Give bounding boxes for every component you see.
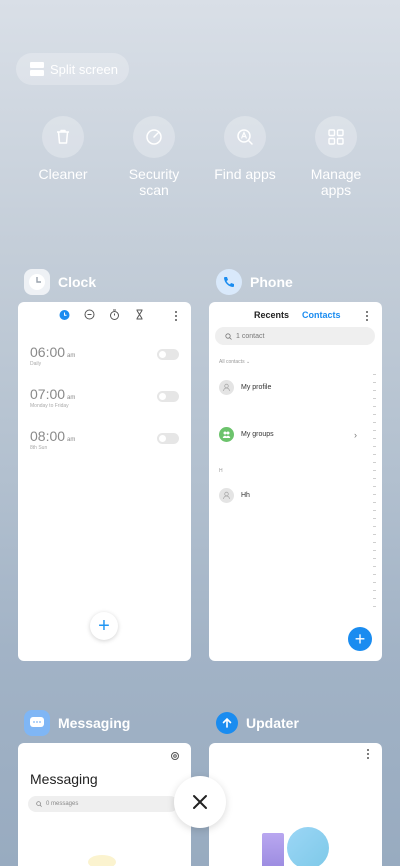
split-screen-label: Split screen — [50, 61, 118, 77]
phone-app-header[interactable]: Phone — [216, 267, 293, 297]
avatar — [219, 488, 234, 503]
decorative-illustration — [88, 855, 116, 866]
alarm-repeat: Monday to Friday — [30, 403, 69, 409]
alarm-time: 08:00 — [30, 428, 66, 444]
security-scan-label: Security scan — [128, 166, 180, 198]
grid-icon — [315, 116, 357, 158]
find-apps-button[interactable]: Find apps — [200, 116, 290, 182]
alarm-ampm: am — [67, 437, 76, 443]
updater-more-icon[interactable] — [366, 749, 370, 759]
find-apps-label: Find apps — [214, 166, 276, 182]
search-icon — [36, 801, 42, 807]
my-groups-label: My groups — [241, 431, 274, 438]
messaging-title: Messaging — [30, 771, 98, 787]
contacts-search-placeholder: 1 contact — [236, 332, 265, 340]
updater-app-name: Updater — [246, 715, 299, 731]
alarm-repeat: 8th Sun — [30, 445, 48, 451]
split-screen-button[interactable]: Split screen — [16, 53, 129, 85]
my-profile-label: My profile — [241, 384, 272, 391]
search-icon — [225, 332, 232, 340]
clock-icon — [24, 269, 50, 295]
phone-app-card[interactable]: Recents Contacts 1 contact All contacts … — [209, 302, 382, 661]
contact-name: Hh — [241, 492, 250, 499]
tab-recents[interactable]: Recents — [254, 310, 289, 320]
alarm-repeat: Daily — [30, 361, 42, 367]
settings-gear-icon[interactable] — [170, 751, 180, 761]
all-contacts-filter[interactable]: All contacts ⌄ — [219, 359, 250, 365]
clock-app-name: Clock — [58, 274, 97, 290]
world-clock-icon[interactable] — [83, 308, 96, 321]
security-scan-icon — [133, 116, 175, 158]
alarm-icon[interactable] — [58, 308, 71, 321]
alarm-toggle[interactable] — [157, 433, 179, 444]
tab-contacts[interactable]: Contacts — [302, 310, 341, 320]
phone-icon — [216, 269, 242, 295]
my-groups-row[interactable]: My groups — [219, 427, 274, 442]
clock-tabs — [58, 308, 146, 321]
avatar — [219, 380, 234, 395]
alarm-time: 07:00 — [30, 386, 66, 402]
trash-icon — [42, 116, 84, 158]
alarm-toggle[interactable] — [157, 391, 179, 402]
phone-app-name: Phone — [250, 274, 293, 290]
contacts-search-input[interactable]: 1 contact — [215, 327, 375, 345]
messaging-app-name: Messaging — [58, 715, 131, 731]
clock-app-card[interactable]: 06:00 am Daily 07:00 am Monday to Friday 0… — [18, 302, 191, 661]
messaging-app-card[interactable]: Messaging 0 messages — [18, 743, 191, 866]
alarm-time: 06:00 — [30, 344, 66, 360]
manage-apps-button[interactable]: Manage apps — [291, 116, 381, 198]
add-alarm-button[interactable]: + — [90, 612, 118, 640]
miui-logo-part — [262, 833, 284, 866]
clock-more-icon[interactable] — [174, 311, 178, 321]
miui-logo-part — [287, 827, 329, 866]
cleaner-button[interactable]: Cleaner — [18, 116, 108, 182]
updater-app-header[interactable]: Updater — [216, 708, 299, 738]
timer-icon[interactable] — [133, 308, 146, 321]
plus-icon: + — [354, 629, 366, 649]
messaging-app-header[interactable]: Messaging — [24, 708, 130, 738]
security-scan-button[interactable]: Security scan — [109, 116, 199, 198]
messages-search-input[interactable]: 0 messages — [28, 796, 178, 812]
close-icon — [193, 795, 207, 809]
close-all-button[interactable] — [174, 776, 226, 828]
clock-app-header[interactable]: Clock — [24, 267, 96, 297]
phone-more-icon[interactable] — [365, 311, 369, 321]
quick-tools: Cleaner Security scan Find apps Manage a… — [18, 116, 382, 224]
groups-icon — [219, 427, 234, 442]
updater-app-card[interactable] — [209, 743, 382, 866]
manage-apps-label: Manage apps — [310, 166, 362, 198]
alarm-toggle[interactable] — [157, 349, 179, 360]
contact-row[interactable]: Hh — [219, 488, 250, 503]
split-screen-icon — [30, 62, 44, 76]
alarm-ampm: am — [67, 395, 76, 401]
plus-icon: + — [98, 615, 110, 637]
alarm-ampm: am — [67, 353, 76, 359]
find-apps-icon — [224, 116, 266, 158]
stopwatch-icon[interactable] — [108, 308, 121, 321]
my-profile-row[interactable]: My profile — [219, 380, 271, 395]
chevron-right-icon: › — [354, 430, 357, 440]
section-letter: H — [219, 468, 223, 474]
cleaner-label: Cleaner — [38, 166, 88, 182]
updater-icon — [216, 712, 238, 734]
add-contact-button[interactable]: + — [348, 627, 372, 651]
messages-search-placeholder: 0 messages — [46, 801, 79, 807]
alphabet-index[interactable] — [373, 374, 376, 614]
messaging-icon — [24, 710, 50, 736]
